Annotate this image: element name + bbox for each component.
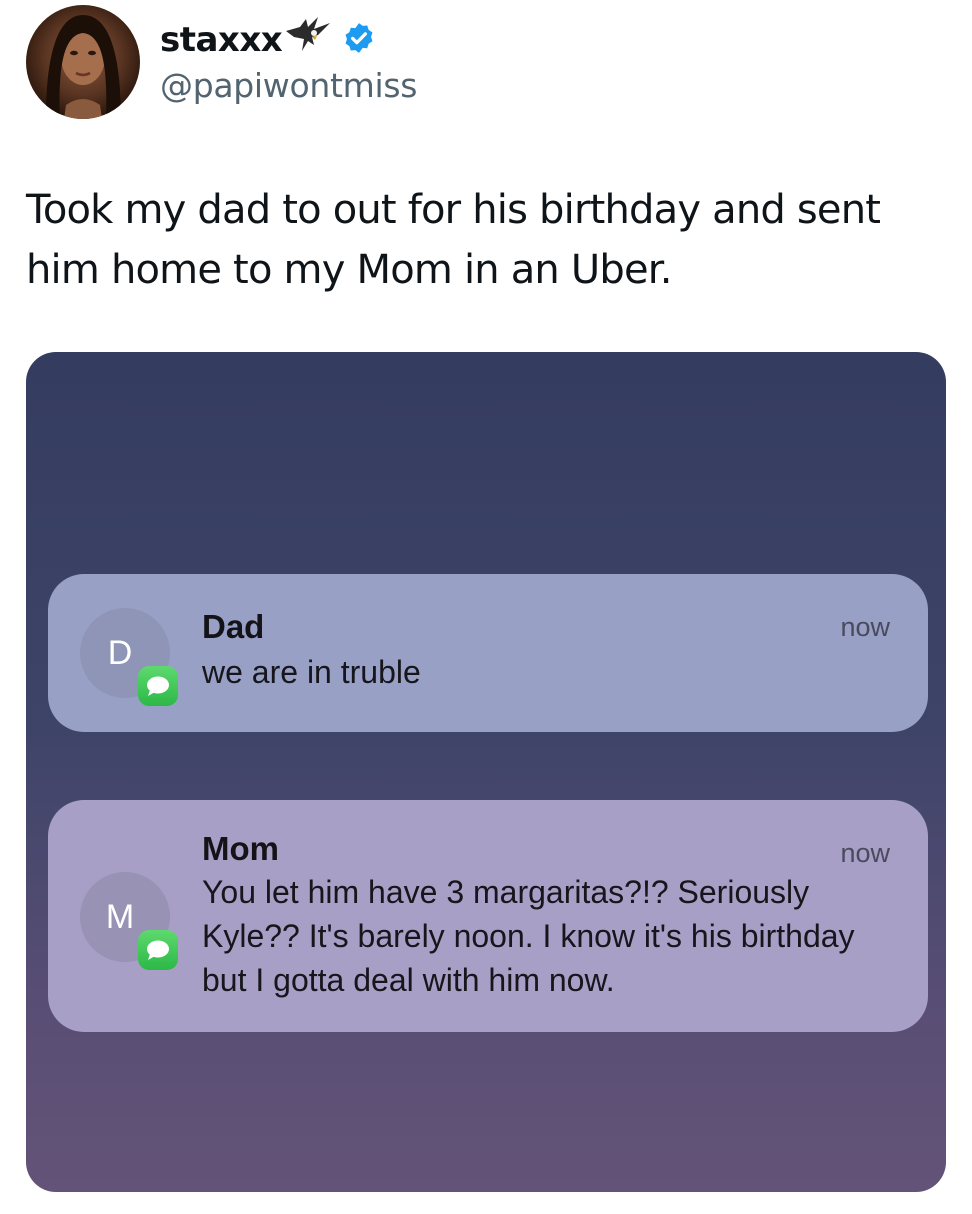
notification-sender: Mom [202,830,279,867]
messages-icon [138,930,178,970]
tweet-text: Took my dad to out for his birthday and … [26,187,881,293]
notification-message: You let him have 3 margaritas?!? Serious… [202,874,855,998]
avatar-letter: D [107,633,133,672]
notification-time: now [840,838,890,868]
profile-photo-icon [46,15,121,119]
author-display-name[interactable]: staxxx [160,20,283,60]
author-handle[interactable]: @papiwontmiss [160,66,417,105]
notification-dad[interactable]: D Dad now we are in truble [48,574,928,732]
notification-time: now [840,612,890,642]
notification-mom[interactable]: M Mom now You let him have 3 margaritas?… [48,800,928,1032]
notification-message: we are in truble [202,654,421,690]
eagle-icon [284,15,332,60]
messages-icon [138,666,178,706]
avatar-letter: M [105,897,135,936]
tweet-media-image[interactable]: D Dad now we are in truble M Mom now You… [26,352,946,1192]
author-avatar[interactable] [26,5,140,119]
notification-sender: Dad [202,608,265,645]
verified-badge-icon [342,21,376,60]
author-name-row: staxxx [160,14,376,66]
